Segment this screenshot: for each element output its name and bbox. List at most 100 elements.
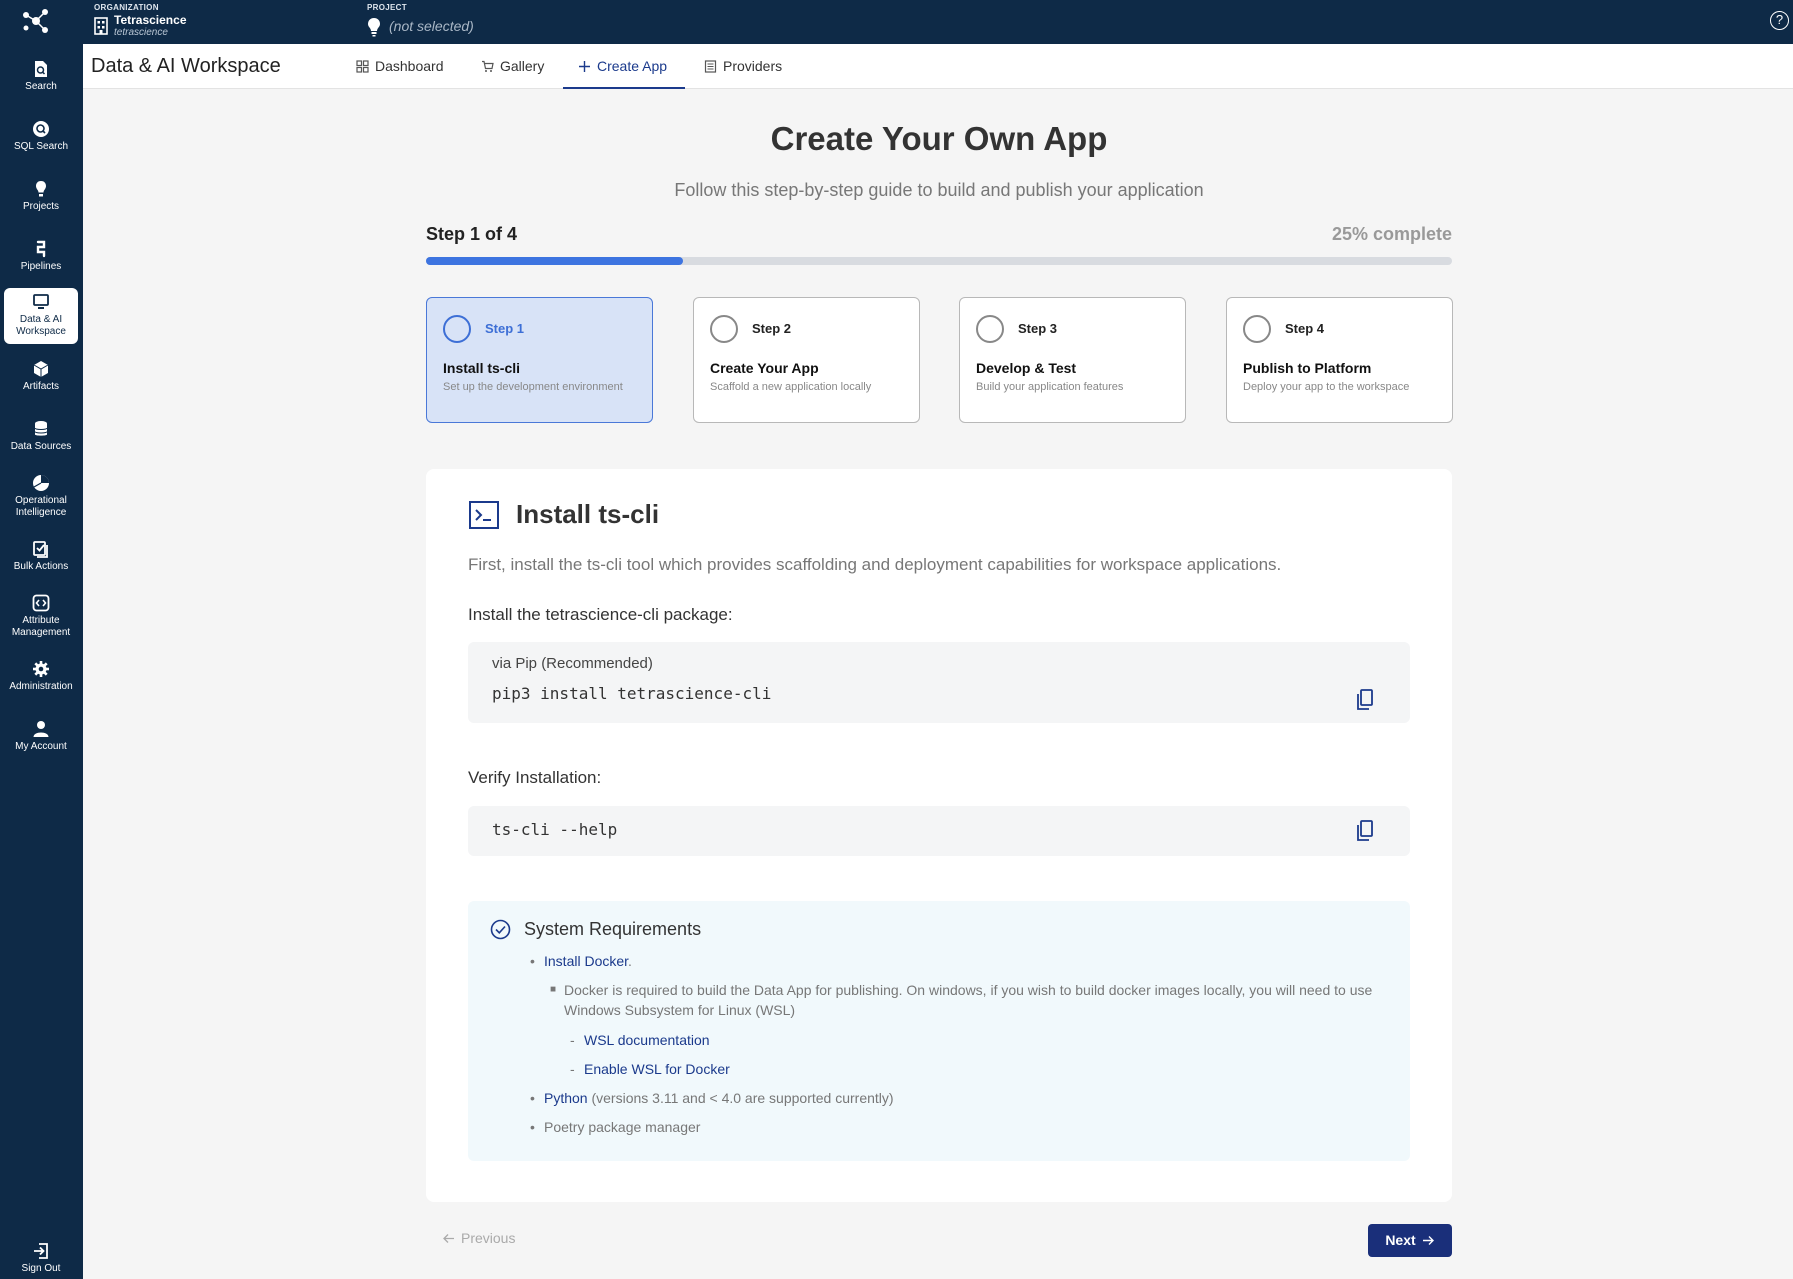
list-item: - WSL documentation — [570, 1030, 710, 1050]
step-description: Build your application features — [976, 381, 1124, 393]
project-selector[interactable]: PROJECT (not selected) — [367, 3, 474, 37]
enable-wsl-link[interactable]: Enable WSL for Docker — [584, 1061, 730, 1077]
tab-dashboard[interactable]: Dashboard — [356, 44, 444, 89]
tab-gallery[interactable]: Gallery — [481, 44, 544, 89]
bullet-icon: ■ — [550, 984, 557, 995]
help-icon[interactable]: ? — [1770, 11, 1789, 30]
verify-label: Verify Installation: — [468, 768, 602, 787]
sidebar-item-label: Operational Intelligence — [15, 495, 67, 518]
sidebar-item-my-account[interactable]: My Account — [4, 714, 78, 768]
copy-icon[interactable] — [1356, 689, 1374, 711]
step-card-3[interactable]: Step 3 Develop & Test Build your applica… — [959, 297, 1186, 423]
create-app-title: Create Your Own App — [770, 120, 1108, 157]
copy-icon[interactable] — [1356, 820, 1374, 842]
sidebar-item-label: Attribute Management — [11, 615, 71, 638]
sidebar-item-search[interactable]: Search — [4, 54, 78, 108]
install-command[interactable]: pip3 install tetrascience-cli — [492, 684, 771, 703]
sidebar-item-sign-out[interactable]: Sign Out — [4, 1236, 78, 1278]
check-circle-icon — [490, 919, 511, 940]
sidebar-item-bulk-actions[interactable]: Bulk Actions — [4, 534, 78, 588]
tab-label: Dashboard — [375, 58, 444, 74]
workspace-header: Data & AI Workspace Dashboard Gallery Cr… — [83, 44, 1793, 89]
dash-icon: - — [570, 1032, 575, 1048]
sidebar-item-pipelines[interactable]: Pipelines — [4, 234, 78, 288]
organization-name: Tetrascience — [114, 13, 187, 27]
step-number: Step 1 — [485, 321, 525, 336]
project-caption: PROJECT — [367, 3, 407, 12]
tetrascience-logo[interactable] — [20, 6, 50, 36]
step-title: Install ts-cli — [443, 360, 521, 376]
bulk-icon — [33, 541, 48, 558]
sidebar-item-label: Pipelines — [20, 261, 62, 272]
sidebar-item-label: Bulk Actions — [13, 561, 69, 572]
progress-bar-fill — [426, 257, 683, 265]
step-counter: Step 1 of 4 — [426, 224, 518, 244]
step-title: Publish to Platform — [1243, 360, 1372, 376]
install-docker-link[interactable]: Install Docker — [544, 953, 628, 969]
sidebar: Search SQL Search Projects Pipelines Dat… — [0, 44, 83, 1279]
sidebar-item-label: Administration — [9, 681, 73, 692]
step-card-1[interactable]: Step 1 Install ts-cli Set up the develop… — [426, 297, 653, 423]
wsl-documentation-link[interactable]: WSL documentation — [584, 1032, 710, 1048]
tab-create-app[interactable]: Create App — [563, 44, 685, 89]
sidebar-item-label: Sign Out — [21, 1263, 61, 1274]
docker-note: Docker is required to build the Data App… — [564, 982, 1373, 1018]
chart-icon — [33, 475, 49, 491]
arrow-right-icon — [1422, 1236, 1434, 1245]
list-item: • Python (versions 3.11 and < 4.0 are su… — [530, 1088, 894, 1108]
step-number: Step 3 — [1018, 321, 1058, 336]
python-note: (versions 3.11 and < 4.0 are supported c… — [587, 1090, 894, 1106]
step-number: Step 4 — [1285, 321, 1325, 336]
create-app-subtitle: Follow this step-by-step guide to build … — [674, 180, 1204, 200]
organization-selector[interactable]: ORGANIZATION Tetrascience tetrascience — [94, 3, 187, 38]
bullet-icon: • — [530, 1090, 535, 1106]
list-item: • Poetry package manager — [530, 1117, 700, 1137]
panel-title: Install ts-cli — [516, 499, 660, 529]
list-item: - Enable WSL for Docker — [570, 1059, 730, 1079]
dash-icon: - — [570, 1061, 575, 1077]
search-doc-icon — [35, 61, 47, 77]
user-icon — [33, 721, 49, 737]
sidebar-item-attribute-management[interactable]: Attribute Management — [4, 588, 78, 648]
step-card-2[interactable]: Step 2 Create Your App Scaffold a new ap… — [693, 297, 920, 423]
sidebar-item-data-ai-workspace[interactable]: Data & AI Workspace — [4, 288, 78, 344]
monitor-icon — [33, 294, 49, 309]
sidebar-item-data-sources[interactable]: Data Sources — [4, 414, 78, 468]
sidebar-item-label: Search — [25, 81, 57, 92]
bulb-icon — [368, 18, 380, 37]
step-circle-icon — [710, 315, 738, 343]
list-item: ■ Docker is required to build the Data A… — [550, 980, 1384, 1020]
step-title: Create Your App — [710, 360, 819, 376]
step-card-4[interactable]: Step 4 Publish to Platform Deploy your a… — [1226, 297, 1453, 423]
bullet-icon: • — [530, 953, 535, 969]
install-method: via Pip (Recommended) — [492, 655, 653, 672]
previous-button[interactable]: Previous — [442, 1230, 515, 1246]
step-description: Scaffold a new application locally — [710, 381, 872, 393]
tab-label: Providers — [723, 58, 783, 74]
step-content-panel: Install ts-cli First, install the ts-cli… — [426, 469, 1452, 1202]
sidebar-item-administration[interactable]: Administration — [4, 654, 78, 708]
verify-command[interactable]: ts-cli --help — [492, 820, 617, 839]
tab-label: Gallery — [500, 58, 545, 74]
step-circle-icon — [443, 315, 471, 343]
next-label: Next — [1385, 1232, 1416, 1248]
sidebar-item-operational-intelligence[interactable]: Operational Intelligence — [4, 468, 78, 528]
attribute-icon — [32, 594, 50, 612]
top-bar: ORGANIZATION Tetrascience tetrascience P… — [0, 0, 1793, 44]
install-code-block: via Pip (Recommended) pip3 install tetra… — [468, 642, 1410, 723]
tab-providers[interactable]: Providers — [704, 44, 782, 89]
step-number: Step 2 — [752, 321, 792, 336]
step-circle-icon — [976, 315, 1004, 343]
grid-icon — [356, 60, 369, 73]
python-link[interactable]: Python — [544, 1090, 588, 1106]
install-label: Install the tetrascience-cli package: — [468, 605, 733, 624]
organization-caption: ORGANIZATION — [94, 3, 159, 12]
next-button[interactable]: Next — [1368, 1224, 1452, 1257]
sidebar-item-artifacts[interactable]: Artifacts — [4, 354, 78, 408]
tab-label: Create App — [597, 58, 668, 74]
list-icon — [704, 60, 717, 73]
previous-label: Previous — [461, 1230, 516, 1246]
progress-bar — [426, 257, 1452, 265]
sign-out-icon — [34, 1243, 48, 1259]
pipeline-icon — [36, 240, 46, 258]
